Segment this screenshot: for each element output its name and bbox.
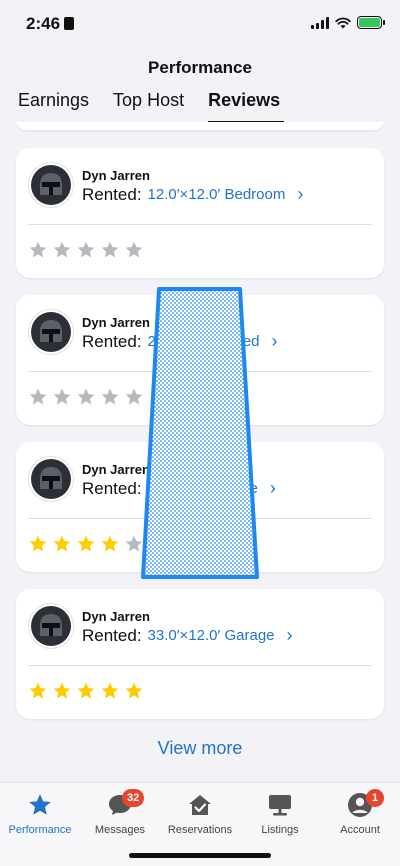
- tabbar-messages[interactable]: 32 Messages: [80, 789, 160, 836]
- star-rating: [28, 387, 144, 407]
- listing-sign-icon: [269, 795, 291, 816]
- status-time: 2:46: [26, 14, 75, 34]
- star-icon: [101, 682, 119, 699]
- listing-link[interactable]: 33.0′×12.0′ Garage: [148, 627, 275, 644]
- listing-link[interactable]: 20.0′×20.0′ Shed: [148, 333, 260, 350]
- battery-charging-icon: [357, 16, 385, 29]
- divider: [28, 371, 372, 372]
- tabbar-label: Listings: [261, 824, 299, 836]
- view-more-link[interactable]: View more: [0, 738, 400, 759]
- avatar: [28, 603, 74, 649]
- star-icon: [125, 241, 143, 258]
- helmet-avatar-icon: [31, 312, 71, 352]
- divider: [28, 224, 372, 225]
- chevron-right-icon[interactable]: ›: [272, 331, 278, 352]
- star-icon: [77, 388, 95, 405]
- rented-label: Rented:: [82, 331, 142, 351]
- segment-tabs: Earnings Top Host Reviews: [18, 88, 304, 123]
- star-icon: [29, 388, 47, 405]
- tab-top-host[interactable]: Top Host: [113, 88, 184, 117]
- messages-badge: 32: [122, 789, 145, 807]
- status-bar: 2:46: [0, 0, 400, 48]
- star-icon: [53, 535, 71, 552]
- star-icon: [29, 794, 51, 815]
- rented-row: Rented: 5.0′×5.0′ Garage ›: [82, 478, 276, 499]
- listing-link[interactable]: 5.0′×5.0′ Garage: [148, 480, 258, 497]
- star-icon: [77, 682, 95, 699]
- tabbar-performance[interactable]: Performance: [0, 791, 80, 836]
- helmet-avatar-icon: [31, 165, 71, 205]
- divider: [28, 665, 372, 666]
- tabbar-label: Account: [340, 824, 380, 836]
- tabbar-label: Reservations: [167, 824, 233, 836]
- avatar: [28, 456, 74, 502]
- reviewer-name: Dyn Jarren: [82, 315, 150, 330]
- cellular-signal-icon: [311, 16, 329, 29]
- review-card: Dyn Jarren Rented: 5.0′×5.0′ Garage ›: [16, 442, 384, 572]
- chevron-right-icon[interactable]: ›: [270, 478, 276, 499]
- status-icons: [311, 16, 385, 29]
- star-icon: [125, 535, 143, 552]
- rented-label: Rented:: [82, 478, 142, 498]
- star-icon: [53, 241, 71, 258]
- tab-reviews[interactable]: Reviews: [208, 88, 285, 123]
- star-rating: [28, 240, 144, 260]
- listing-link[interactable]: 12.0′×12.0′ Bedroom: [148, 186, 286, 203]
- reviewer-name: Dyn Jarren: [82, 168, 150, 183]
- avatar: [28, 309, 74, 355]
- star-rating: [28, 534, 144, 554]
- star-rating: [28, 681, 144, 701]
- page-title: Performance: [148, 58, 252, 77]
- reviews-list: Dyn Jarren Rented: 12.0′×12.0′ Bedroom ›…: [0, 122, 400, 782]
- wifi-icon: [335, 17, 351, 28]
- star-icon: [77, 241, 95, 258]
- tabbar-listings[interactable]: Listings: [240, 791, 320, 836]
- review-card: Dyn Jarren Rented: 33.0′×12.0′ Garage ›: [16, 589, 384, 719]
- rented-row: Rented: 12.0′×12.0′ Bedroom ›: [82, 184, 303, 205]
- review-card-partial: [16, 122, 384, 130]
- house-check-icon: [189, 795, 211, 815]
- rented-label: Rented:: [82, 184, 142, 204]
- rented-row: Rented: 20.0′×20.0′ Shed ›: [82, 331, 278, 352]
- home-indicator: [129, 853, 271, 858]
- tabbar-label: Messages: [94, 824, 146, 836]
- star-icon: [29, 682, 47, 699]
- review-card: Dyn Jarren Rented: 12.0′×12.0′ Bedroom ›: [16, 148, 384, 278]
- avatar: [28, 162, 74, 208]
- star-icon: [53, 682, 71, 699]
- reviewer-name: Dyn Jarren: [82, 609, 150, 624]
- chevron-right-icon[interactable]: ›: [297, 184, 303, 205]
- divider: [28, 518, 372, 519]
- status-time-text: 2:46: [26, 14, 61, 33]
- star-icon: [77, 535, 95, 552]
- star-icon: [101, 241, 119, 258]
- tabbar-label: Performance: [8, 824, 72, 836]
- helmet-avatar-icon: [31, 606, 71, 646]
- star-icon: [29, 241, 47, 258]
- rented-row: Rented: 33.0′×12.0′ Garage ›: [82, 625, 293, 646]
- helmet-avatar-icon: [31, 459, 71, 499]
- id-card-icon: [64, 17, 75, 30]
- review-card: Dyn Jarren Rented: 20.0′×20.0′ Shed ›: [16, 295, 384, 425]
- star-icon: [101, 535, 119, 552]
- star-icon: [125, 682, 143, 699]
- star-icon: [29, 535, 47, 552]
- rented-label: Rented:: [82, 625, 142, 645]
- star-icon: [53, 388, 71, 405]
- tabbar-account[interactable]: 1 Account: [320, 789, 400, 836]
- account-badge: 1: [366, 789, 384, 807]
- reviewer-name: Dyn Jarren: [82, 462, 150, 477]
- tabbar-reservations[interactable]: Reservations: [160, 791, 240, 836]
- star-icon: [101, 388, 119, 405]
- chevron-right-icon[interactable]: ›: [287, 625, 293, 646]
- tab-earnings[interactable]: Earnings: [18, 88, 89, 117]
- star-icon: [125, 388, 143, 405]
